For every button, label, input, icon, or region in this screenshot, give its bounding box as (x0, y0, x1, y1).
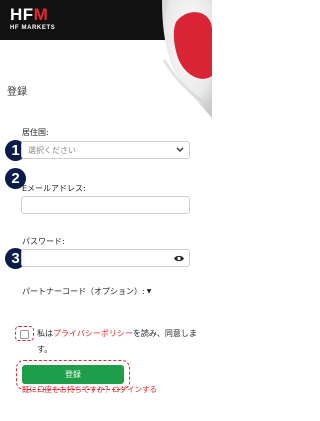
logo-accent-text: M (33, 5, 49, 24)
japan-flag-image (156, 0, 212, 118)
partner-code-label: パートナーコード（オプション）: (22, 287, 145, 296)
login-link[interactable]: ログインする (112, 385, 157, 394)
page-title: 登録 (7, 87, 27, 98)
chevron-down-icon (176, 147, 184, 152)
eye-icon[interactable] (173, 254, 185, 263)
privacy-policy-link[interactable]: プライバシーポリシー (53, 329, 133, 338)
chevron-down-icon: ▼ (146, 288, 152, 295)
logo-main-text: HF (10, 5, 34, 24)
password-label: パスワード: (22, 237, 65, 246)
email-label: Eメールアドレス: (22, 184, 86, 193)
login-prompt: 既に口座をお持ちですか？ログインする (22, 384, 157, 395)
register-button[interactable]: 登録 (22, 365, 124, 384)
privacy-consent-text: 私はプライバシーポリシーを読み、同意します。 (37, 326, 202, 358)
consent-prefix: 私は (37, 329, 53, 338)
login-prompt-text: 既に口座をお持ちですか？ (22, 385, 112, 394)
country-select-placeholder: 選択ください (28, 146, 76, 155)
password-field[interactable] (21, 249, 190, 267)
email-field[interactable] (21, 196, 190, 214)
partner-code-toggle[interactable]: パートナーコード（オプション）: ▼ (22, 286, 151, 297)
hf-markets-logo[interactable]: HFM HF MARKETS (10, 5, 56, 32)
country-select[interactable]: 選択ください (21, 141, 190, 159)
logo-sub-text: HF MARKETS (10, 25, 56, 31)
country-label: 居住国: (22, 128, 49, 137)
privacy-consent-checkbox[interactable] (20, 330, 29, 339)
